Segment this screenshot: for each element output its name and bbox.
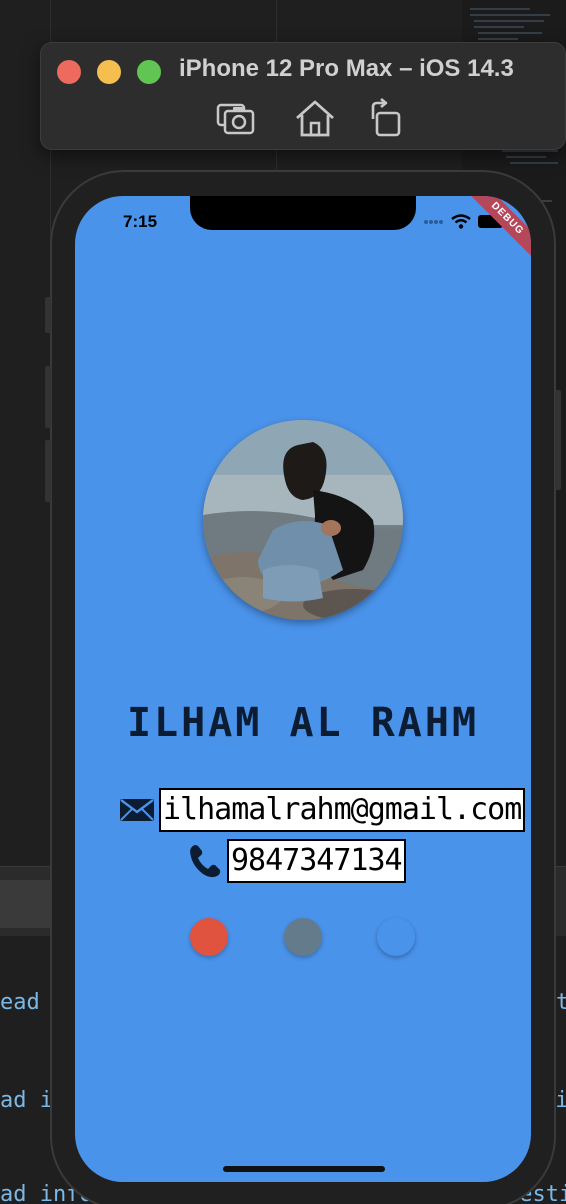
profile-photo (203, 420, 403, 620)
code-fragment: ad i (0, 1088, 53, 1113)
rotate-button[interactable] (365, 97, 409, 141)
email-row[interactable]: ilhamalrahm@gmail.com (119, 788, 526, 832)
rotate-icon (371, 97, 401, 137)
cellular-signal-icon (424, 219, 443, 224)
notch (190, 196, 416, 230)
wifi-icon (451, 214, 471, 229)
home-indicator[interactable] (223, 1166, 385, 1172)
simulator-title-bar[interactable]: iPhone 12 Pro Max – iOS 14.3 (40, 42, 566, 150)
volume-up-button (45, 366, 51, 428)
phone-icon (187, 843, 223, 879)
phone-screen: 7:15 DEBUG ILHAM AL RAHM ilhamalrahm@gma… (75, 196, 531, 1182)
grey-color-button[interactable] (284, 918, 322, 956)
home-icon (296, 100, 334, 137)
power-button (555, 390, 561, 490)
minimize-window-button[interactable] (97, 60, 121, 84)
code-fragment: ead (0, 990, 40, 1015)
red-color-button[interactable] (190, 918, 228, 956)
phone-number-text[interactable]: 9847347134 (227, 839, 406, 883)
code-fragment: t (556, 990, 566, 1015)
mail-icon (119, 797, 155, 823)
close-window-button[interactable] (57, 60, 81, 84)
status-time: 7:15 (123, 212, 158, 231)
volume-down-button (45, 440, 51, 502)
mute-switch (45, 297, 51, 333)
phone-row[interactable]: 9847347134 (187, 839, 406, 883)
home-button[interactable] (293, 97, 337, 141)
simulator-title: iPhone 12 Pro Max – iOS 14.3 (179, 55, 514, 82)
profile-avatar[interactable] (203, 420, 403, 620)
profile-name: ILHAM AL RAHM (126, 700, 480, 746)
email-text[interactable]: ilhamalrahm@gmail.com (159, 788, 526, 832)
zoom-window-button[interactable] (137, 60, 161, 84)
editor-panel-tab[interactable] (0, 880, 52, 928)
screenshot-icon (216, 103, 255, 135)
blue-color-button[interactable] (377, 918, 415, 956)
screenshot-button[interactable] (215, 97, 259, 141)
